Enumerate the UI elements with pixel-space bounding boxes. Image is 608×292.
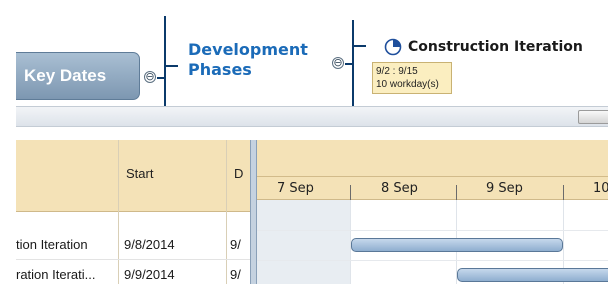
connector-line xyxy=(345,63,352,65)
development-phases-node[interactable]: Development Phases xyxy=(188,40,308,80)
key-dates-node[interactable]: Key Dates xyxy=(16,52,140,100)
day-tick xyxy=(456,185,457,201)
mindmap-canvas: Key Dates ⊖ Development Phases ⊖ Constru… xyxy=(16,16,608,106)
table-row[interactable]: ration Iterati... 9/9/2014 9/ xyxy=(16,260,250,284)
grid-header: Start D xyxy=(16,140,250,212)
column-header-start[interactable]: Start xyxy=(126,166,153,181)
phase-label-line1: Development xyxy=(188,40,308,59)
task-name-cell: tion Iteration xyxy=(16,237,88,252)
table-row[interactable]: tion Iteration 9/8/2014 9/ xyxy=(16,230,250,260)
duration-cell: 9/ xyxy=(230,267,241,282)
start-cell: 9/8/2014 xyxy=(124,237,175,252)
pie-progress-icon xyxy=(384,38,402,56)
connector-line xyxy=(164,16,166,106)
connector-line xyxy=(352,20,354,106)
row-gridline xyxy=(257,260,608,261)
connector-line xyxy=(352,45,366,47)
splitter-toolbar xyxy=(16,106,608,127)
duration-cell: 9/ xyxy=(230,237,241,252)
non-working-day-shade xyxy=(257,200,351,284)
timeline-header-top xyxy=(257,140,608,176)
day-label: 9 Sep xyxy=(486,181,523,196)
start-cell: 9/9/2014 xyxy=(124,267,175,282)
tooltip-dates: 9/2 : 9/15 xyxy=(376,66,418,77)
row-gridline xyxy=(257,230,608,231)
key-dates-label: Key Dates xyxy=(24,66,107,85)
day-label: 8 Sep xyxy=(381,181,418,196)
timeline-header-days: 7 Sep 8 Sep 9 Sep 10 xyxy=(257,176,608,201)
gantt-grid: Start D tion Iteration 9/8/2014 9/ ratio… xyxy=(16,140,608,284)
collapse-icon[interactable]: ⊖ xyxy=(144,71,156,83)
task-bar[interactable] xyxy=(351,238,563,252)
construction-iteration-node[interactable]: Construction Iteration xyxy=(384,36,583,58)
task-bar[interactable] xyxy=(457,268,608,282)
task-info-tooltip: 9/2 : 9/15 10 workday(s) xyxy=(372,62,452,94)
day-tick xyxy=(563,185,564,201)
tooltip-duration: 10 workday(s) xyxy=(376,79,439,90)
column-header-duration[interactable]: D xyxy=(234,166,243,181)
collapse-icon[interactable]: ⊖ xyxy=(332,57,344,69)
day-tick xyxy=(350,185,351,201)
project-view: Key Dates ⊖ Development Phases ⊖ Constru… xyxy=(16,16,608,284)
connector-line xyxy=(164,65,178,67)
gantt-chart: 7 Sep 8 Sep 9 Sep 10 xyxy=(257,140,608,284)
scroll-button[interactable] xyxy=(578,110,608,124)
construction-label: Construction Iteration xyxy=(408,39,583,55)
phase-label-line2: Phases xyxy=(188,60,252,79)
grid-chart-splitter[interactable] xyxy=(250,140,257,284)
day-label: 10 xyxy=(593,181,608,196)
task-name-cell: ration Iterati... xyxy=(16,267,96,282)
spacer xyxy=(16,128,608,140)
day-label: 7 Sep xyxy=(277,181,314,196)
